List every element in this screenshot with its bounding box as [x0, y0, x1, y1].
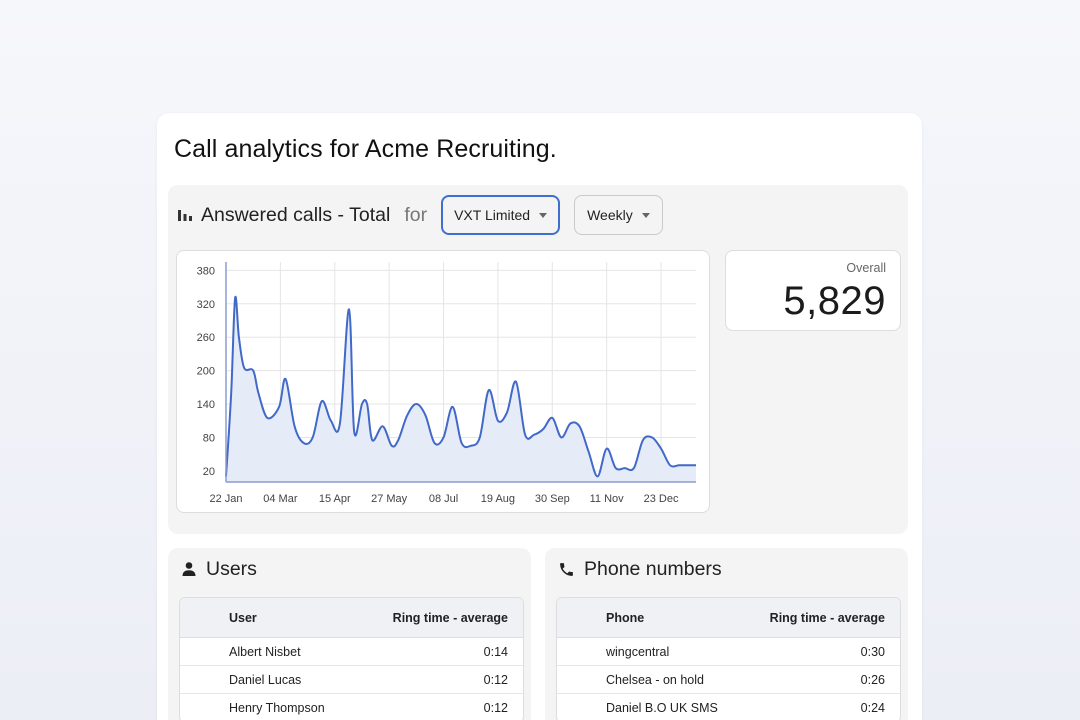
column-header-user[interactable]: User — [229, 611, 393, 625]
y-tick-label: 80 — [203, 432, 215, 444]
user-name: Henry Thompson — [229, 700, 325, 715]
ring-time: 0:30 — [860, 644, 885, 659]
series-area — [226, 296, 696, 482]
y-tick-label: 200 — [197, 366, 215, 378]
ring-time: 0:14 — [483, 644, 508, 659]
phone-icon — [560, 562, 573, 576]
line-chart: 380 320 260 200 140 80 20 22 Jan 04 Mar 15 Apr 27 … — [197, 262, 696, 505]
answered-calls-header: Answered calls - Total for VXT Limited W… — [177, 195, 663, 235]
column-header-ring-time[interactable]: Ring time - average — [393, 611, 508, 625]
answered-calls-chart: 380 320 260 200 140 80 20 22 Jan 04 Mar 15 Apr 27 … — [176, 250, 710, 513]
x-tick-label: 30 Sep — [535, 493, 570, 505]
table-row[interactable]: Chelsea - on hold 0:26 — [557, 666, 900, 694]
y-tick-label: 320 — [197, 299, 215, 311]
user-name: Daniel Lucas — [229, 672, 302, 687]
users-table: User Ring time - average Albert Nisbet 0… — [179, 597, 524, 720]
chevron-down-icon — [539, 212, 548, 218]
person-icon — [182, 562, 196, 576]
phone-numbers-table: Phone Ring time - average wingcentral 0:… — [556, 597, 901, 720]
answered-calls-panel: Answered calls - Total for VXT Limited W… — [168, 185, 908, 534]
y-tick-label: 260 — [197, 332, 215, 344]
answered-calls-title: Answered calls - Total — [201, 203, 391, 226]
phone-numbers-title: Phone numbers — [584, 557, 722, 580]
y-tick-label: 140 — [197, 399, 215, 411]
company-select[interactable]: VXT Limited — [441, 195, 561, 235]
ring-time: 0:12 — [483, 700, 508, 715]
bar-chart-icon — [178, 210, 192, 221]
users-panel: Users User Ring time - average Albert Ni… — [168, 548, 531, 720]
x-tick-label: 23 Dec — [644, 493, 679, 505]
chevron-down-icon — [641, 212, 650, 218]
column-header-ring-time[interactable]: Ring time - average — [770, 611, 885, 625]
table-header: User Ring time - average — [180, 598, 523, 638]
x-tick-label: 08 Jul — [429, 493, 458, 505]
table-row[interactable]: Henry Thompson 0:12 — [180, 694, 523, 720]
page-title: Call analytics for Acme Recruiting. — [174, 135, 557, 163]
period-select-value: Weekly — [587, 207, 633, 223]
ring-time: 0:24 — [860, 700, 885, 715]
for-label: for — [404, 203, 428, 226]
x-tick-label: 04 Mar — [263, 493, 298, 505]
phone-name: Chelsea - on hold — [606, 672, 704, 687]
table-row[interactable]: wingcentral 0:30 — [557, 638, 900, 666]
ring-time: 0:26 — [860, 672, 885, 687]
phone-name: Daniel B.O UK SMS — [606, 700, 718, 715]
users-header: Users — [181, 556, 257, 582]
overall-summary: Overall 5,829 — [725, 250, 901, 331]
y-tick-label: 380 — [197, 265, 215, 277]
table-row[interactable]: Daniel B.O UK SMS 0:24 — [557, 694, 900, 720]
overall-label: Overall — [846, 261, 886, 275]
y-tick-label: 20 — [203, 466, 215, 478]
table-header: Phone Ring time - average — [557, 598, 900, 638]
company-select-value: VXT Limited — [454, 207, 531, 223]
table-row[interactable]: Daniel Lucas 0:12 — [180, 666, 523, 694]
ring-time: 0:12 — [483, 672, 508, 687]
phone-name: wingcentral — [606, 644, 670, 659]
analytics-card: Call analytics for Acme Recruiting. Answ… — [157, 113, 922, 720]
x-tick-label: 11 Nov — [590, 493, 625, 505]
period-select[interactable]: Weekly — [574, 195, 663, 235]
phone-numbers-header: Phone numbers — [558, 556, 722, 582]
user-name: Albert Nisbet — [229, 644, 301, 659]
x-tick-label: 15 Apr — [319, 493, 351, 505]
x-tick-label: 27 May — [371, 493, 408, 505]
overall-value: 5,829 — [783, 279, 886, 323]
users-title: Users — [206, 557, 257, 580]
phone-numbers-panel: Phone numbers Phone Ring time - average … — [545, 548, 908, 720]
table-row[interactable]: Albert Nisbet 0:14 — [180, 638, 523, 666]
x-tick-label: 22 Jan — [209, 493, 242, 505]
column-header-phone[interactable]: Phone — [606, 611, 770, 625]
x-tick-label: 19 Aug — [481, 493, 515, 505]
